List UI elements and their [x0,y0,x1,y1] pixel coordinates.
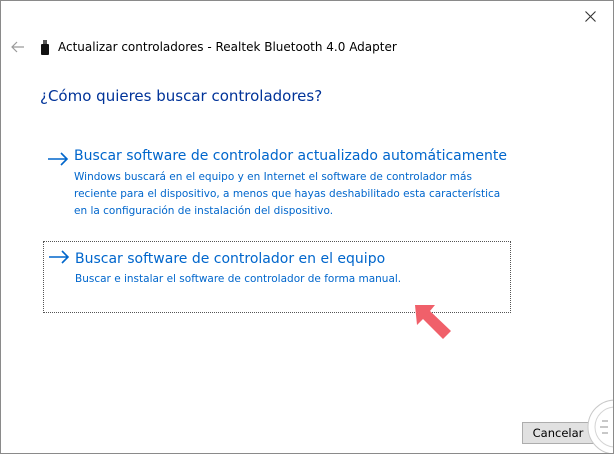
window-title: Actualizar controladores - Realtek Bluet… [58,40,397,54]
dialog-header: Actualizar controladores - Realtek Bluet… [10,37,397,57]
option-title: Buscar software de controlador en el equ… [75,251,386,267]
option-description: Windows buscará en el equipo y en Intern… [74,171,501,217]
cancel-button[interactable]: Cancelar [522,422,594,444]
option-title: Buscar software de controlador actualiza… [74,148,507,164]
update-drivers-dialog: Actualizar controladores - Realtek Bluet… [0,0,614,454]
watermark-logo [587,399,613,453]
close-icon [584,10,596,22]
usb-device-icon [40,39,50,55]
arrow-right-icon [49,250,70,264]
option-description: Buscar e instalar el software de control… [75,273,402,285]
close-button[interactable] [567,1,613,31]
arrow-right-icon [48,152,69,166]
page-heading: ¿Cómo quieres buscar controladores? [40,87,323,105]
back-button[interactable] [10,39,26,55]
pointer-arrow-icon [415,305,451,339]
back-arrow-icon [11,41,24,53]
search-automatically-option[interactable]: Buscar software de controlador actualiza… [43,147,513,219]
